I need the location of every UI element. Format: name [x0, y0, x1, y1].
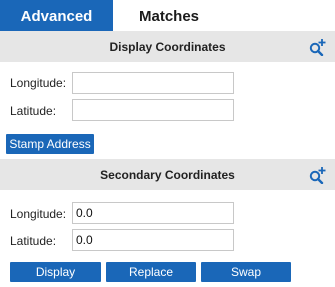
secondary-coordinates-title: Secondary Coordinates [100, 167, 235, 182]
tab-matches[interactable]: Matches [113, 0, 225, 33]
display-longitude-input[interactable] [72, 72, 234, 94]
display-button[interactable]: Display [10, 262, 101, 282]
stamp-address-button[interactable]: Stamp Address [6, 134, 94, 154]
display-latitude-input[interactable] [72, 99, 234, 121]
zoom-in-icon[interactable] [308, 166, 326, 184]
display-coordinates-title: Display Coordinates [109, 39, 226, 54]
secondary-coordinates-header: Secondary Coordinates [0, 159, 335, 190]
secondary-longitude-label: Longitude: [10, 207, 67, 221]
display-latitude-label: Latitude: [10, 104, 57, 118]
tab-advanced[interactable]: Advanced [0, 0, 113, 33]
tab-bar: Advanced Matches [0, 0, 335, 33]
display-longitude-label: Longitude: [10, 76, 67, 90]
secondary-longitude-input[interactable] [72, 202, 234, 224]
display-coordinates-header: Display Coordinates [0, 31, 335, 62]
secondary-latitude-label: Latitude: [10, 234, 57, 248]
replace-button[interactable]: Replace [106, 262, 196, 282]
swap-button[interactable]: Swap [201, 262, 291, 282]
zoom-in-icon[interactable] [308, 38, 326, 56]
secondary-latitude-input[interactable] [72, 229, 234, 251]
